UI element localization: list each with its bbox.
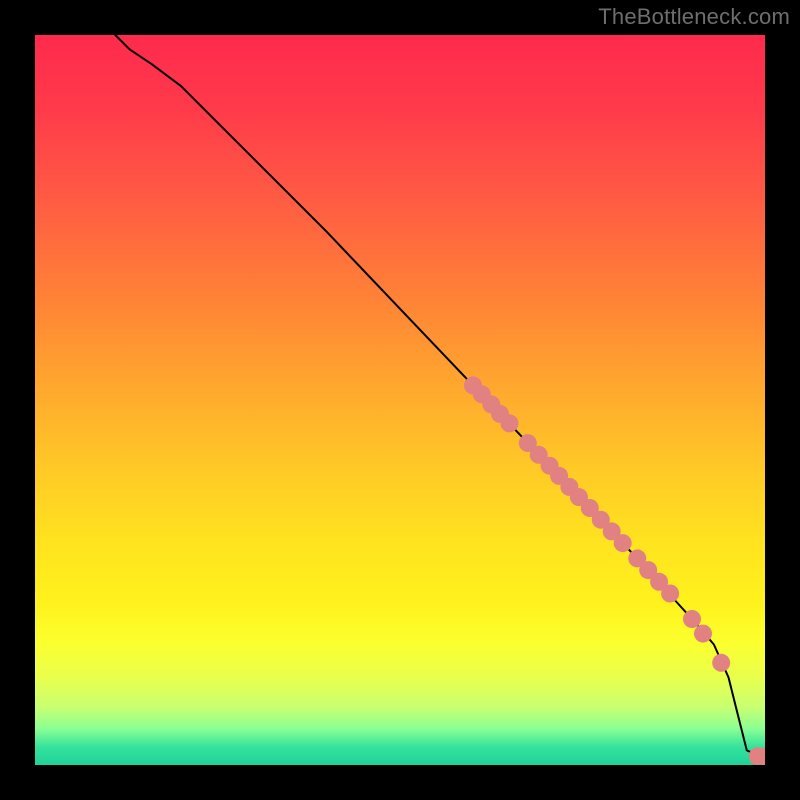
watermark-text: TheBottleneck.com xyxy=(598,4,790,30)
marker-point xyxy=(501,414,519,432)
marker-point xyxy=(614,534,632,552)
marker-point xyxy=(683,610,701,628)
plot-overlay xyxy=(35,35,765,765)
main-curve xyxy=(115,35,765,758)
chart-container: TheBottleneck.com xyxy=(0,0,800,800)
marker-point xyxy=(661,585,679,603)
marker-point xyxy=(712,654,730,672)
markers xyxy=(464,376,765,765)
marker-point xyxy=(694,625,712,643)
